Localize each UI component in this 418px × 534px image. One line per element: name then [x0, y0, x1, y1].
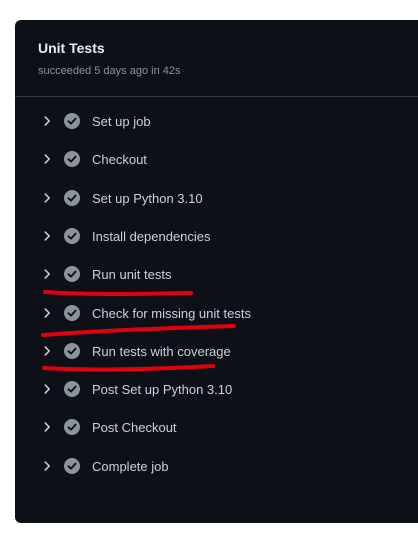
step-post-set-up-python[interactable]: Post Set up Python 3.10 [15, 375, 418, 405]
check-circle-icon [64, 266, 80, 282]
step-run-unit-tests[interactable]: Run unit tests [15, 260, 418, 290]
check-circle-icon [64, 228, 80, 244]
check-circle-icon [64, 419, 80, 435]
step-label: Set up Python 3.10 [92, 191, 203, 206]
chevron-right-icon [44, 193, 50, 203]
check-circle-icon [64, 113, 80, 129]
step-label: Complete job [92, 459, 169, 474]
job-header: Unit Tests succeeded 5 days ago in 42s [15, 20, 418, 97]
check-circle-icon [64, 151, 80, 167]
step-label: Post Checkout [92, 420, 177, 435]
chevron-right-icon [44, 269, 50, 279]
check-circle-icon [64, 381, 80, 397]
step-label: Run tests with coverage [92, 344, 231, 359]
step-check-missing-unit-tests[interactable]: Check for missing unit tests [15, 299, 418, 329]
chevron-right-icon [44, 461, 50, 471]
step-label: Set up job [92, 114, 151, 129]
check-circle-icon [64, 190, 80, 206]
check-circle-icon [64, 305, 80, 321]
step-label: Install dependencies [92, 229, 211, 244]
step-label: Checkout [92, 152, 147, 167]
chevron-right-icon [44, 422, 50, 432]
job-panel: Unit Tests succeeded 5 days ago in 42s S… [15, 20, 418, 523]
step-set-up-python[interactable]: Set up Python 3.10 [15, 184, 418, 214]
step-install-dependencies[interactable]: Install dependencies [15, 222, 418, 252]
chevron-right-icon [44, 308, 50, 318]
job-status-text: succeeded 5 days ago in 42s [38, 65, 181, 77]
step-label: Post Set up Python 3.10 [92, 382, 233, 397]
step-run-tests-with-coverage[interactable]: Run tests with coverage [15, 337, 418, 367]
check-circle-icon [64, 343, 80, 359]
step-label: Check for missing unit tests [92, 306, 251, 321]
step-complete-job[interactable]: Complete job [15, 452, 418, 482]
check-circle-icon [64, 458, 80, 474]
chevron-right-icon [44, 346, 50, 356]
chevron-right-icon [44, 384, 50, 394]
step-label: Run unit tests [92, 267, 172, 282]
chevron-right-icon [44, 231, 50, 241]
step-post-checkout[interactable]: Post Checkout [15, 413, 418, 443]
step-set-up-job[interactable]: Set up job [15, 107, 418, 137]
job-title: Unit Tests [38, 40, 105, 56]
step-checkout[interactable]: Checkout [15, 145, 418, 175]
chevron-right-icon [44, 154, 50, 164]
chevron-right-icon [44, 116, 50, 126]
